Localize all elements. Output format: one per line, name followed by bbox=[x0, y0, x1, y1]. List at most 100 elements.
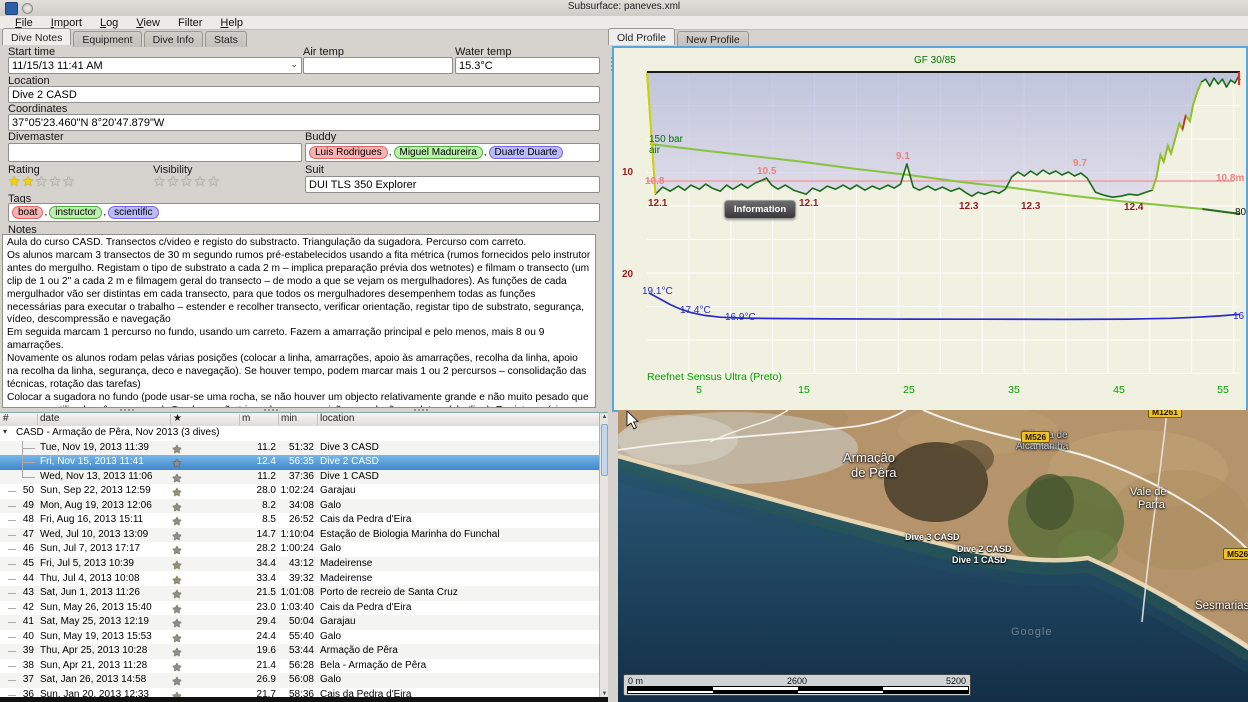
table-row[interactable]: 41Sat, May 25, 2013 12:19★★★★★29.450:04G… bbox=[0, 615, 599, 630]
menu-filter[interactable]: Filter bbox=[169, 16, 211, 30]
column-header-m[interactable]: m bbox=[242, 413, 250, 424]
depth-annotation: 10.8 bbox=[645, 176, 664, 187]
information-button[interactable]: Information bbox=[724, 200, 796, 219]
dive-location: Dive 1 CASD bbox=[320, 471, 379, 482]
start-time-combo[interactable]: 11/15/13 11:41 AM ⌄ bbox=[8, 57, 302, 74]
dive-location: Cais da Pedra d'Eira bbox=[320, 514, 411, 525]
tree-line bbox=[22, 462, 35, 463]
menu-view[interactable]: View bbox=[127, 16, 169, 30]
tab-dive-notes[interactable]: Dive Notes bbox=[2, 28, 71, 45]
table-row[interactable]: 42Sun, May 26, 2013 15:40★★★★★23.01:03:4… bbox=[0, 601, 599, 616]
dive-number: 48 bbox=[14, 514, 34, 525]
star-empty-icon: ★ bbox=[172, 530, 182, 543]
column-header-stars[interactable]: ★ bbox=[173, 413, 182, 424]
column-separator bbox=[278, 414, 279, 425]
dive-site-label: Dive 1 CASD bbox=[952, 555, 1007, 565]
horizontal-splitter-handle[interactable] bbox=[414, 409, 416, 411]
horizontal-splitter-handle[interactable] bbox=[120, 409, 122, 411]
profile-annotations: GF 30/85150 barair80102012.112.112.312.3… bbox=[614, 48, 1246, 410]
dive-profile-chart: GF 30/85150 barair80102012.112.112.312.3… bbox=[612, 46, 1248, 412]
star-empty-icon: ★ bbox=[172, 544, 182, 557]
dive-number: 45 bbox=[14, 558, 34, 569]
depth-annotation: 9.1 bbox=[896, 151, 910, 162]
tags-input[interactable]: boat,instructor,scientific bbox=[8, 203, 600, 222]
scale-max: 5200 bbox=[946, 676, 966, 686]
dive-number: 50 bbox=[14, 485, 34, 496]
location-input[interactable]: Dive 2 CASD bbox=[8, 86, 600, 103]
chip-duarte-duarte[interactable]: Duarte Duarte bbox=[489, 146, 564, 159]
map-scale-bar: 0 m 2600 5200 bbox=[623, 674, 971, 696]
water-temp-input[interactable]: 15.3°C bbox=[455, 57, 600, 74]
notes-textarea[interactable]: Aula do curso CASD. Transectos c/video e… bbox=[2, 234, 596, 408]
dive-duration: 55:40 bbox=[254, 631, 314, 642]
star-empty-icon: ★ bbox=[172, 472, 182, 485]
tab-dive-info[interactable]: Dive Info bbox=[144, 31, 203, 47]
divemaster-label: Divemaster bbox=[8, 131, 64, 143]
dive-trip-row[interactable]: ▾ CASD - Armação de Pêra, Nov 2013 (3 div… bbox=[0, 426, 599, 441]
chip-miguel-madureira[interactable]: Miguel Madureira bbox=[394, 146, 483, 159]
scroll-up-icon[interactable]: ▲ bbox=[601, 414, 608, 420]
star-empty-icon: ★ bbox=[172, 675, 182, 688]
title-bar[interactable]: Subsurface: paneves.xml bbox=[0, 0, 1248, 17]
rating-stars[interactable]: ★★★★★ bbox=[8, 174, 76, 188]
dive-location: Dive 3 CASD bbox=[320, 442, 379, 453]
coordinates-input[interactable]: 37°05'23.460"N 8°20'47.879"W bbox=[8, 114, 600, 131]
tab-new-profile[interactable]: New Profile bbox=[677, 31, 749, 47]
trip-label: CASD - Armação de Pêra, Nov 2013 (3 dive… bbox=[16, 427, 219, 438]
table-row[interactable]: 49Mon, Aug 19, 2013 12:06★★★★★8.234:08Ga… bbox=[0, 499, 599, 514]
table-row[interactable]: 38Sun, Apr 21, 2013 11:28★★★★★21.456:28B… bbox=[0, 659, 599, 674]
dive-number: 39 bbox=[14, 645, 34, 656]
table-row[interactable]: 40Sun, May 19, 2013 15:53★★★★★24.455:40G… bbox=[0, 630, 599, 645]
table-row[interactable]: 45Fri, Jul 5, 2013 10:39★★★★★34.443:12Ma… bbox=[0, 557, 599, 572]
table-row[interactable]: 46Sun, Jul 7, 2013 17:17★★★★★28.21:00:24… bbox=[0, 542, 599, 557]
table-row[interactable]: 37Sat, Jan 26, 2013 14:58★★★★★26.956:08G… bbox=[0, 673, 599, 688]
air-temp-input[interactable] bbox=[303, 57, 453, 74]
suit-input[interactable]: DUI TLS 350 Explorer bbox=[305, 176, 600, 193]
chip-separator: , bbox=[44, 207, 47, 218]
dive-list-header[interactable]: # date ★ m min location bbox=[0, 413, 599, 427]
table-row[interactable]: Tue, Nov 19, 2013 11:39★★★★★11.251:32Div… bbox=[0, 441, 599, 456]
dive-location: Estação de Biologia Marinha do Funchal bbox=[320, 529, 500, 540]
table-row[interactable]: 44Thu, Jul 4, 2013 10:08★★★★★33.439:32Ma… bbox=[0, 572, 599, 587]
table-row[interactable]: 50Sun, Sep 22, 2013 12:59★★★★★28.01:02:2… bbox=[0, 484, 599, 499]
depth-axis-tick: 10 bbox=[622, 167, 633, 178]
tree-line bbox=[22, 470, 23, 477]
chip-scientific[interactable]: scientific bbox=[108, 206, 158, 219]
table-row[interactable]: Fri, Nov 15, 2013 11:41★★★★★12.456:35Div… bbox=[0, 455, 599, 470]
dive-location: Bela - Armação de Pêra bbox=[320, 660, 426, 671]
column-header-location[interactable]: location bbox=[320, 413, 354, 424]
menu-log[interactable]: Log bbox=[91, 16, 127, 30]
chip-boat[interactable]: boat bbox=[12, 206, 43, 219]
tab-equipment[interactable]: Equipment bbox=[73, 31, 141, 47]
dive-list-scrollbar[interactable]: ▲ ▼ bbox=[599, 413, 608, 698]
table-row[interactable]: 47Wed, Jul 10, 2013 13:09★★★★★14.71:10:0… bbox=[0, 528, 599, 543]
tab-old-profile[interactable]: Old Profile bbox=[608, 28, 675, 45]
chip-separator: , bbox=[103, 207, 106, 218]
star-empty-icon: ★ bbox=[172, 486, 182, 499]
tab-stats[interactable]: Stats bbox=[205, 31, 247, 47]
table-row[interactable]: 48Fri, Aug 16, 2013 15:11★★★★★8.526:52Ca… bbox=[0, 513, 599, 528]
chip-luis-rodrigues[interactable]: Luis Rodrigues bbox=[309, 146, 388, 159]
column-header-date[interactable]: date bbox=[40, 413, 59, 424]
table-row[interactable]: Wed, Nov 13, 2013 11:06★★★★★11.237:36Div… bbox=[0, 470, 599, 485]
dive-computer-label: Reefnet Sensus Ultra (Preto) bbox=[647, 371, 782, 383]
menu-help[interactable]: Help bbox=[211, 16, 252, 30]
horizontal-splitter-handle[interactable] bbox=[264, 409, 266, 411]
left-tab-bar: Dive NotesEquipmentDive InfoStats bbox=[2, 30, 249, 45]
chip-instructor[interactable]: instructor bbox=[49, 206, 102, 219]
buddy-input[interactable]: Luis Rodrigues,Miguel Madureira,Duarte D… bbox=[305, 143, 600, 162]
star-empty-icon: ★ bbox=[172, 646, 182, 659]
place-label: Parra bbox=[1138, 499, 1165, 511]
divemaster-input[interactable] bbox=[8, 143, 302, 162]
time-axis-tick: 15 bbox=[798, 384, 810, 396]
dive-site-map[interactable]: Armaçãode PêraRibeira deAlcantarilhaVale… bbox=[618, 410, 1248, 702]
dive-location: Galo bbox=[320, 543, 341, 554]
scrollbar-thumb[interactable] bbox=[601, 424, 608, 476]
column-header-num[interactable]: # bbox=[3, 413, 9, 424]
table-row[interactable]: 39Thu, Apr 25, 2013 10:28★★★★★19.653:44A… bbox=[0, 644, 599, 659]
vis[...]-stars[interactable]: ★★★★★ bbox=[153, 174, 221, 188]
column-header-min[interactable]: min bbox=[281, 413, 297, 424]
place-label: de Pêra bbox=[851, 465, 897, 480]
table-row[interactable]: 43Sat, Jun 1, 2013 11:26★★★★★21.51:01:08… bbox=[0, 586, 599, 601]
expander-icon[interactable]: ▾ bbox=[3, 427, 7, 436]
